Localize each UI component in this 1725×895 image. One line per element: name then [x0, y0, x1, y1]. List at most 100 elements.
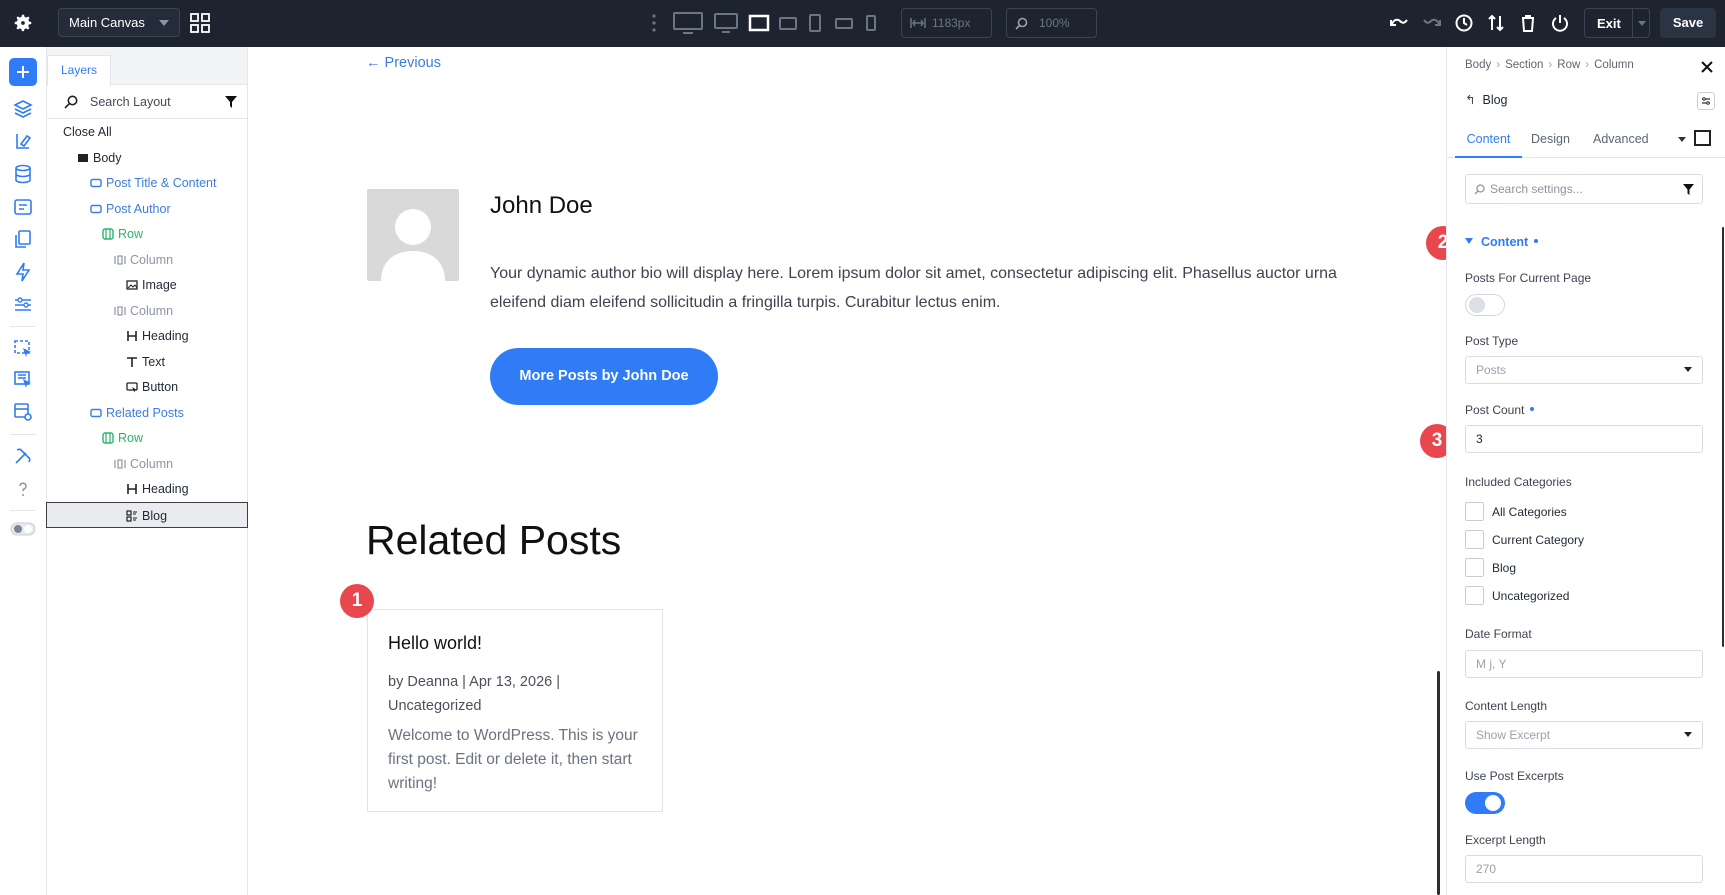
tab-content[interactable]: Content: [1455, 118, 1522, 158]
posts-current-page-toggle[interactable]: [1465, 294, 1505, 316]
more-vertical-icon[interactable]: [652, 14, 656, 32]
tab-advanced[interactable]: Advanced: [1593, 118, 1649, 158]
zoom-input[interactable]: 100%: [1006, 8, 1097, 38]
toggle-view-icon[interactable]: [10, 522, 36, 536]
filter-icon[interactable]: [225, 96, 237, 108]
close-all-label: Close All: [63, 125, 112, 139]
settings-scrollbar[interactable]: [1722, 227, 1724, 647]
chevron-down-icon: [1684, 367, 1692, 372]
layer-item[interactable]: Row: [47, 425, 247, 451]
presets-icon[interactable]: [13, 131, 33, 151]
save-button[interactable]: Save: [1660, 8, 1716, 38]
power-icon[interactable]: [1549, 12, 1571, 34]
date-format-input[interactable]: M j, Y: [1465, 650, 1703, 678]
breadcrumb-item[interactable]: Section: [1505, 59, 1543, 71]
layer-item[interactable]: Column: [47, 451, 247, 477]
layers-icon[interactable]: [13, 99, 33, 119]
back-arrow-icon[interactable]: ↰: [1465, 93, 1475, 107]
previous-link[interactable]: ← Previous: [366, 55, 441, 71]
layer-item[interactable]: Blog: [46, 501, 248, 528]
layer-item[interactable]: Text: [47, 349, 247, 375]
module-options-icon[interactable]: [1697, 92, 1715, 110]
close-icon[interactable]: [1700, 60, 1714, 74]
page-settings-icon[interactable]: [13, 402, 33, 422]
layers-panel: Layers Search Layout Close All Body Post …: [46, 47, 248, 895]
tab-layers[interactable]: Layers: [47, 55, 111, 86]
breadcrumb-item[interactable]: Column: [1594, 59, 1634, 71]
layer-item[interactable]: Body: [47, 145, 247, 171]
breadcrumb-item[interactable]: Row: [1557, 59, 1580, 71]
redo-icon[interactable]: [1421, 12, 1443, 34]
content-section-toggle[interactable]: Content: [1465, 235, 1539, 249]
close-all-button[interactable]: Close All: [47, 119, 247, 145]
checkbox[interactable]: [1465, 558, 1484, 577]
canvas-scrollbar[interactable]: [1437, 671, 1440, 895]
checkbox[interactable]: [1465, 502, 1484, 521]
tab-design[interactable]: Design: [1531, 118, 1570, 158]
help-icon[interactable]: [13, 479, 33, 499]
multi-select-icon[interactable]: [13, 370, 33, 390]
tablet-landscape-icon[interactable]: [778, 10, 798, 36]
blog-post-card[interactable]: Hello world! by Deanna | Apr 13, 2026 | …: [367, 609, 663, 812]
sliders-icon[interactable]: [13, 295, 33, 315]
layer-item[interactable]: Heading: [47, 476, 247, 502]
lightning-icon[interactable]: [13, 262, 33, 282]
undo-icon[interactable]: [1388, 12, 1410, 34]
post-title[interactable]: Hello world!: [388, 633, 482, 654]
layer-item[interactable]: Post Author: [47, 196, 247, 222]
chevron-down-icon[interactable]: [1678, 137, 1686, 142]
checkbox[interactable]: [1465, 530, 1484, 549]
post-type-select[interactable]: Posts: [1465, 356, 1703, 384]
layer-item[interactable]: Heading: [47, 323, 247, 349]
layer-item[interactable]: Column: [47, 298, 247, 324]
chevron-down-icon[interactable]: [1638, 21, 1646, 26]
filter-icon[interactable]: [1683, 184, 1694, 195]
use-post-excerpts-toggle[interactable]: [1465, 792, 1505, 814]
layer-item[interactable]: Post Title & Content: [47, 170, 247, 196]
image-icon: [126, 280, 138, 290]
trash-icon[interactable]: [1517, 12, 1539, 34]
laptop-icon[interactable]: [748, 10, 770, 36]
breadcrumb-item[interactable]: Body: [1465, 59, 1491, 71]
tablet-portrait-icon[interactable]: [808, 10, 822, 36]
gear-icon[interactable]: [12, 12, 34, 34]
layer-item-label: Post Author: [106, 201, 171, 216]
tools-icon[interactable]: [13, 446, 33, 466]
sort-arrows-icon[interactable]: [1485, 12, 1507, 34]
forms-icon[interactable]: [13, 197, 33, 217]
more-posts-button[interactable]: More Posts by John Doe: [490, 348, 718, 405]
select-element-icon[interactable]: [13, 339, 33, 359]
layer-item-label: Blog: [142, 508, 168, 523]
layer-item[interactable]: Column: [47, 247, 247, 273]
checkbox[interactable]: [1465, 586, 1484, 605]
pages-icon[interactable]: [13, 229, 33, 249]
canvas: ← Previous John Doe Your dynamic author …: [248, 47, 1446, 895]
exit-button[interactable]: Exit: [1584, 8, 1650, 38]
row-icon: [102, 432, 114, 444]
square-icon[interactable]: [1694, 130, 1711, 146]
layers-search[interactable]: Search Layout: [47, 85, 247, 119]
section-icon: [90, 204, 102, 213]
content-length-select[interactable]: Show Excerpt: [1465, 721, 1703, 749]
add-button[interactable]: [9, 58, 37, 86]
toggle-knob: [1469, 297, 1485, 313]
layer-item[interactable]: Related Posts: [47, 400, 247, 426]
layer-item[interactable]: Row: [47, 221, 247, 247]
layer-item[interactable]: Image: [47, 272, 247, 298]
grid-view-icon[interactable]: [190, 13, 210, 33]
layer-item[interactable]: Button: [47, 374, 247, 400]
left-icon-rail: [0, 47, 47, 895]
canvas-width-input[interactable]: 1183px: [901, 8, 992, 38]
settings-search-input[interactable]: Search settings...: [1465, 174, 1703, 204]
excerpt-length-input[interactable]: 270: [1465, 855, 1703, 883]
database-icon[interactable]: [13, 164, 33, 184]
canvas-select[interactable]: Main Canvas: [58, 8, 180, 37]
desktop-icon[interactable]: [714, 10, 738, 36]
history-clock-icon[interactable]: [1453, 12, 1475, 34]
phone-portrait-icon[interactable]: [865, 10, 877, 36]
phone-landscape-icon[interactable]: [834, 10, 854, 36]
desktop-wide-icon[interactable]: [673, 10, 703, 36]
post-count-input[interactable]: 3: [1465, 425, 1703, 453]
more-posts-label: More Posts by John Doe: [519, 368, 689, 384]
canvas-width-value: 1183px: [932, 16, 971, 30]
